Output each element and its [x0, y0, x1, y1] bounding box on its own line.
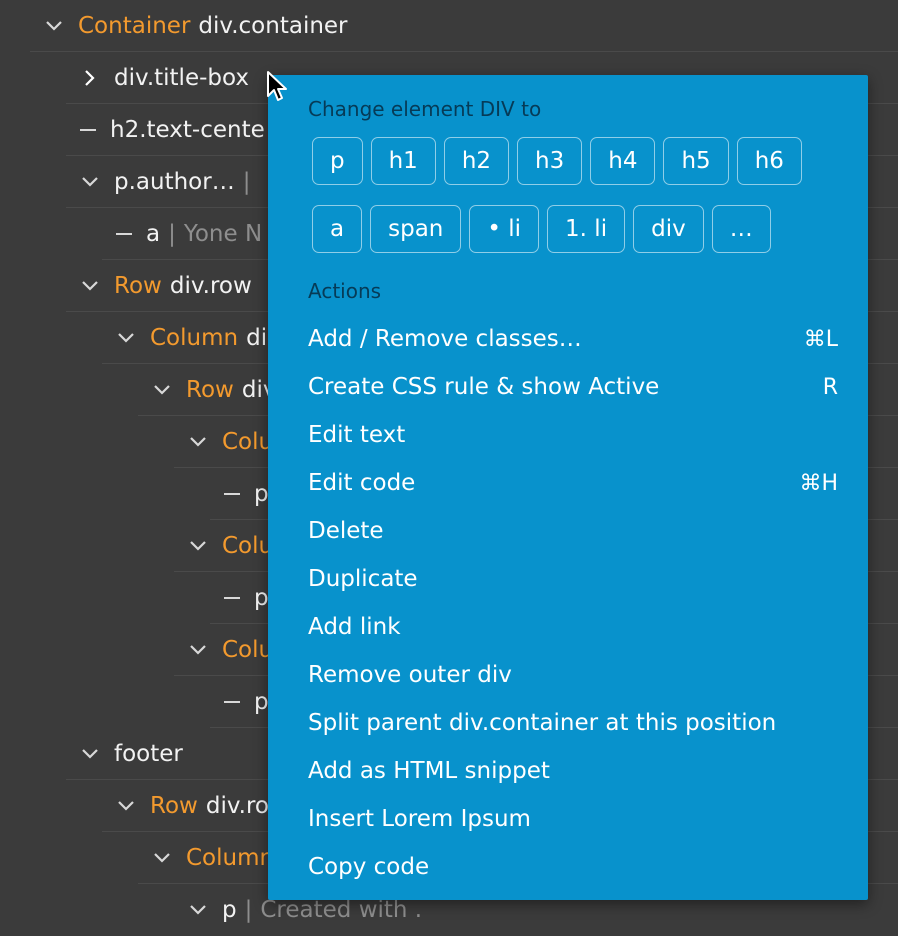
- tree-row-keyword: Colu: [222, 637, 274, 663]
- actions-list: Add / Remove classes… ⌘L Create CSS rule…: [308, 315, 838, 891]
- tree-row-label: p: [254, 481, 269, 507]
- tag-button-h2[interactable]: h2: [443, 137, 510, 185]
- actions-label: Actions: [308, 279, 382, 303]
- tree-row-keyword: Column: [186, 845, 275, 871]
- chevron-down-icon[interactable]: [152, 380, 172, 400]
- menu-item-edit-text[interactable]: Edit text: [308, 411, 838, 459]
- chevron-down-icon[interactable]: [188, 536, 208, 556]
- dash-icon: [224, 597, 240, 599]
- menu-item-label: Remove outer div: [308, 662, 512, 688]
- menu-item-label: Create CSS rule & show Active: [308, 374, 660, 400]
- menu-item-label: Duplicate: [308, 566, 418, 592]
- dash-icon: [224, 701, 240, 703]
- chevron-down-icon[interactable]: [44, 16, 64, 36]
- tree-row-label: p: [222, 897, 237, 923]
- tree-row-keyword: Row: [186, 377, 234, 403]
- chevron-down-icon[interactable]: [80, 172, 100, 192]
- separator-bar: |: [244, 897, 253, 923]
- chevron-down-icon[interactable]: [116, 328, 136, 348]
- tree-row-keyword: Colu: [222, 429, 274, 455]
- tree-row-keyword: Row: [114, 273, 162, 299]
- menu-item-add-link[interactable]: Add link: [308, 603, 838, 651]
- menu-item-insert-lorem-ipsum[interactable]: Insert Lorem Ipsum: [308, 795, 838, 843]
- menu-item-label: Insert Lorem Ipsum: [308, 806, 531, 832]
- menu-item-label: Add as HTML snippet: [308, 758, 550, 784]
- chevron-down-icon[interactable]: [80, 744, 100, 764]
- menu-item-label: Edit code: [308, 470, 416, 496]
- tag-buttons-row-1: p h1 h2 h3 h4 h5 h6: [312, 137, 802, 185]
- tree-row-container[interactable]: Container div.container: [0, 0, 898, 52]
- chevron-down-icon[interactable]: [116, 796, 136, 816]
- menu-item-shortcut: ⌘L: [803, 326, 838, 352]
- tree-row-keyword: Row: [150, 793, 198, 819]
- tree-row-label: div.row: [169, 273, 252, 299]
- menu-item-shortcut: ⌘H: [799, 470, 838, 496]
- menu-item-label: Delete: [308, 518, 384, 544]
- tree-row-keyword: Column: [150, 325, 239, 351]
- tag-button-div[interactable]: div: [633, 205, 704, 253]
- menu-item-copy-code[interactable]: Copy code: [308, 843, 838, 891]
- tree-row-label: footer: [114, 741, 183, 767]
- menu-item-duplicate[interactable]: Duplicate: [308, 555, 838, 603]
- separator-bar: |: [168, 221, 176, 247]
- mouse-pointer-icon: [267, 71, 287, 101]
- tag-button-h4[interactable]: h4: [590, 137, 656, 185]
- dash-icon: [116, 233, 132, 235]
- tree-row-label: div.title-box: [114, 65, 249, 91]
- tree-row-text: Yone N: [183, 221, 263, 247]
- tree-row-keyword: Container: [78, 13, 191, 39]
- tree-row-label: di: [246, 325, 268, 351]
- dash-icon: [80, 129, 96, 131]
- menu-item-label: Split parent div.container at this posit…: [308, 710, 777, 736]
- tree-row-label: h2.text-cente: [110, 117, 265, 143]
- tag-button-h6[interactable]: h6: [736, 137, 802, 185]
- tag-buttons-row-2: a span • li 1. li div …: [312, 205, 771, 253]
- menu-item-shortcut: R: [822, 374, 838, 400]
- chevron-down-icon[interactable]: [188, 432, 208, 452]
- tree-row-label: p: [254, 689, 269, 715]
- change-element-header: Change element DIV to: [308, 97, 542, 121]
- chevron-down-icon[interactable]: [80, 276, 100, 296]
- tag-button-a[interactable]: a: [312, 205, 363, 253]
- menu-item-label: Copy code: [308, 854, 430, 880]
- menu-item-label: Edit text: [308, 422, 406, 448]
- tree-row-label: p.author…: [114, 169, 235, 195]
- tree-row-label: p: [254, 585, 269, 611]
- menu-item-split-parent[interactable]: Split parent div.container at this posit…: [308, 699, 838, 747]
- menu-item-label: Add / Remove classes…: [308, 326, 582, 352]
- tag-button-span[interactable]: span: [370, 205, 462, 253]
- menu-item-label: Add link: [308, 614, 401, 640]
- menu-item-delete[interactable]: Delete: [308, 507, 838, 555]
- chevron-down-icon[interactable]: [188, 900, 208, 920]
- menu-item-edit-code[interactable]: Edit code ⌘H: [308, 459, 838, 507]
- tag-button-h5[interactable]: h5: [663, 137, 729, 185]
- tree-row-label: div.ro: [205, 793, 269, 819]
- separator-bar: |: [242, 169, 251, 195]
- menu-item-add-remove-classes[interactable]: Add / Remove classes… ⌘L: [308, 315, 838, 363]
- chevron-right-icon[interactable]: [80, 68, 100, 88]
- tree-row-keyword: Colu: [222, 533, 274, 559]
- chevron-down-icon[interactable]: [152, 848, 172, 868]
- tag-button-ol-li[interactable]: 1. li: [547, 205, 626, 253]
- tag-button-more[interactable]: …: [711, 205, 771, 253]
- chevron-down-icon[interactable]: [188, 640, 208, 660]
- context-menu: Change element DIV to p h1 h2 h3 h4 h5 h…: [268, 75, 868, 900]
- tree-row-label: a: [146, 221, 161, 247]
- tag-button-p[interactable]: p: [312, 137, 363, 185]
- tag-button-h3[interactable]: h3: [517, 137, 583, 185]
- menu-item-create-css-rule[interactable]: Create CSS rule & show Active R: [308, 363, 838, 411]
- menu-item-remove-outer-div[interactable]: Remove outer div: [308, 651, 838, 699]
- tag-button-ul-li[interactable]: • li: [469, 205, 540, 253]
- tree-row-text: Created with .: [260, 897, 423, 923]
- tree-row-label: div.container: [198, 13, 348, 39]
- tag-button-h1[interactable]: h1: [370, 137, 436, 185]
- dash-icon: [224, 493, 240, 495]
- menu-item-add-html-snippet[interactable]: Add as HTML snippet: [308, 747, 838, 795]
